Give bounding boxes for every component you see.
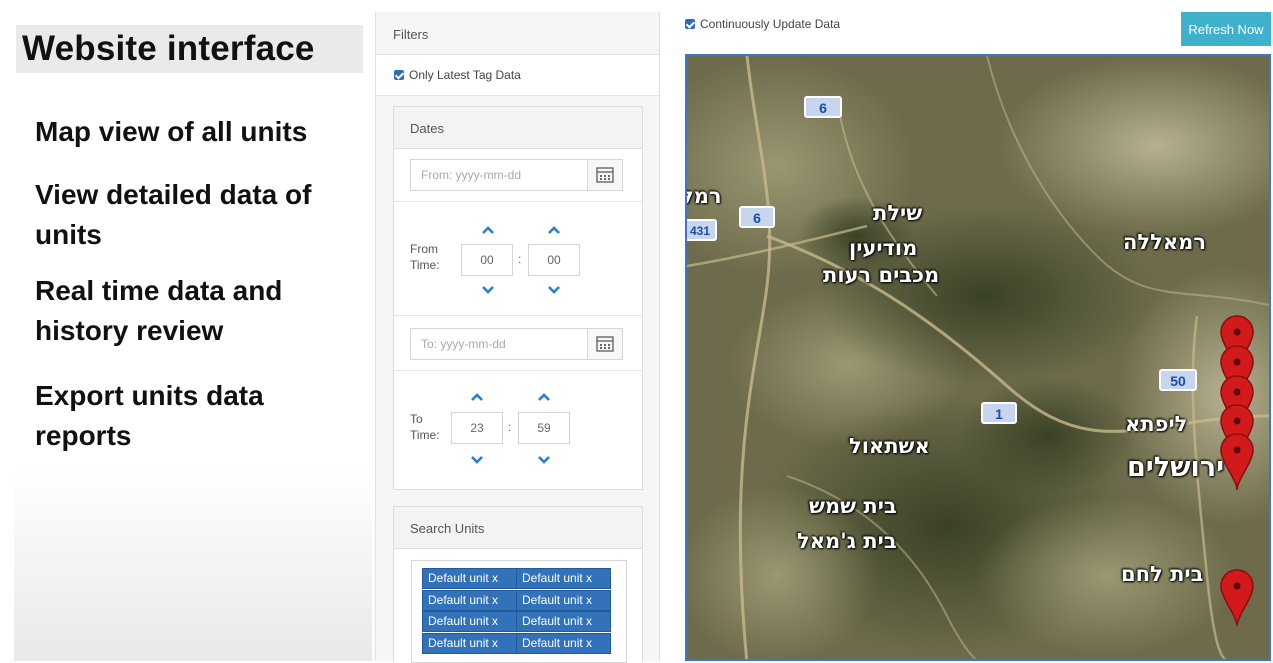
- to-hour-down-chevron-icon[interactable]: [470, 455, 484, 465]
- from-minute-up-chevron-icon[interactable]: [547, 225, 561, 235]
- map-label-ramallah: רמאללה: [1123, 230, 1206, 254]
- map-label-eshtaol: אשתאול: [849, 434, 930, 458]
- road-shield-50: 50: [1159, 369, 1197, 391]
- filters-header: Filters: [376, 12, 659, 55]
- time-separator: :: [518, 252, 522, 266]
- unit-tag[interactable]: Default unit x: [516, 590, 611, 611]
- from-hour-up-chevron-icon[interactable]: [481, 225, 495, 235]
- road-shield-6: 6: [739, 206, 775, 228]
- to-minute-field[interactable]: 59: [518, 412, 570, 444]
- slide-title: Website interface: [16, 25, 363, 73]
- calendar-icon: [596, 167, 614, 183]
- time-separator: :: [508, 420, 512, 434]
- unit-tag[interactable]: Default unit x: [516, 568, 611, 589]
- calendar-icon: [596, 336, 614, 352]
- filters-panel: Filters Only Latest Tag Data Dates From:…: [375, 12, 660, 663]
- slide-bullet-export: Export units data reports: [35, 380, 264, 451]
- from-time-label: From Time:: [410, 242, 440, 272]
- map-label-ramla: רמל: [685, 184, 722, 208]
- unit-tag[interactable]: Default unit x: [422, 611, 517, 632]
- to-hour-up-chevron-icon[interactable]: [470, 392, 484, 402]
- map-label-jerusalem: ירושלים: [1127, 452, 1225, 483]
- unit-tag[interactable]: Default unit x: [422, 568, 517, 589]
- from-date-input[interactable]: From: yyyy-mm-dd: [410, 159, 588, 191]
- satellite-map[interactable]: 6 6 431 1 50 רמל שילת מודיעין מכבים רעות…: [685, 54, 1271, 661]
- to-date-input[interactable]: To: yyyy-mm-dd: [410, 328, 588, 360]
- road-shield-1: 1: [981, 402, 1017, 424]
- to-minute-up-chevron-icon[interactable]: [537, 392, 551, 402]
- to-hour-field[interactable]: 23: [451, 412, 503, 444]
- only-latest-label: Only Latest Tag Data: [409, 68, 521, 82]
- unit-tag[interactable]: Default unit x: [422, 590, 517, 611]
- from-date-calendar-button[interactable]: [587, 159, 623, 191]
- unit-marker-icon[interactable]: [1219, 432, 1255, 492]
- dates-header: Dates: [394, 107, 642, 149]
- continuous-update-label: Continuously Update Data: [700, 17, 841, 31]
- to-minute-down-chevron-icon[interactable]: [537, 455, 551, 465]
- to-time-label: To Time:: [410, 412, 440, 442]
- map-label-lifta: ליפתא: [1125, 412, 1188, 436]
- from-hour-down-chevron-icon[interactable]: [481, 285, 495, 295]
- unit-tag[interactable]: Default unit x: [422, 633, 517, 654]
- search-units-header: Search Units: [394, 507, 642, 549]
- dates-box: Dates From: yyyy-mm-dd From Time: 00 : 0…: [393, 106, 643, 490]
- road-shield-431: 431: [687, 219, 717, 241]
- continuous-update-checkbox[interactable]: [685, 19, 695, 29]
- from-minute-field[interactable]: 00: [528, 244, 580, 276]
- map-label-beit-lechem: בית לחם: [1121, 562, 1204, 586]
- slide-bullet-map-view: Map view of all units: [35, 116, 308, 147]
- map-label-maccabim: מכבים רעות: [823, 263, 940, 287]
- only-latest-checkbox[interactable]: [394, 70, 404, 80]
- unit-tags-input[interactable]: Default unit x Default unit x Default un…: [411, 560, 627, 663]
- map-label-modiin: מודיעין: [849, 236, 918, 260]
- road-shield-6-north: 6: [804, 96, 842, 118]
- refresh-now-button[interactable]: Refresh Now: [1181, 12, 1271, 46]
- only-latest-row[interactable]: Only Latest Tag Data: [376, 55, 659, 96]
- slide-bullet-real-time: Real time data and history review: [35, 275, 283, 346]
- unit-tag[interactable]: Default unit x: [516, 633, 611, 654]
- to-date-calendar-button[interactable]: [587, 328, 623, 360]
- map-label-beit-jamal: בית ג'מאל: [797, 529, 897, 553]
- from-minute-down-chevron-icon[interactable]: [547, 285, 561, 295]
- map-label-shilat: שילת: [873, 201, 923, 225]
- slide-bullet-detailed-data: View detailed data of units: [35, 179, 312, 250]
- map-label-beit-shemesh: בית שמש: [809, 494, 897, 518]
- from-hour-field[interactable]: 00: [461, 244, 513, 276]
- unit-tag[interactable]: Default unit x: [516, 611, 611, 632]
- unit-marker-icon[interactable]: [1219, 568, 1255, 628]
